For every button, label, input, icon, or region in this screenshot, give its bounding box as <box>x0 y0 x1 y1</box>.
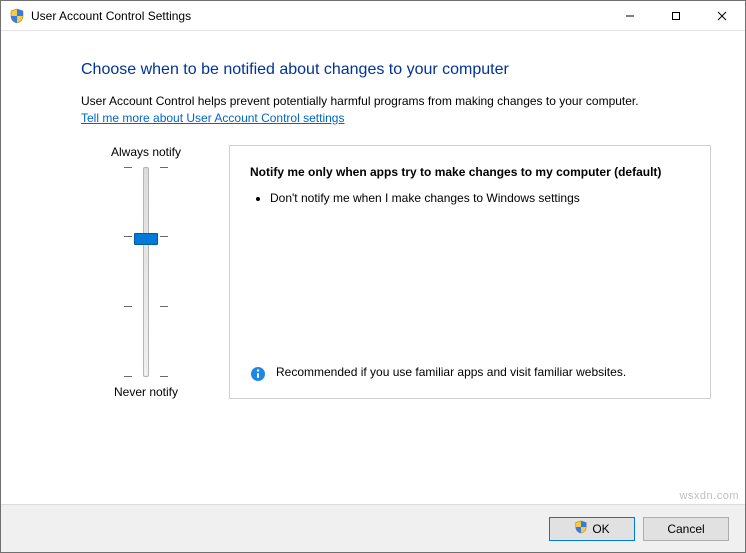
panel-title: Notify me only when apps try to make cha… <box>250 164 690 180</box>
slider-tick <box>116 306 176 307</box>
slider-label-top: Always notify <box>111 145 181 159</box>
minimize-button[interactable] <box>607 1 653 30</box>
recommendation-text: Recommended if you use familiar apps and… <box>276 364 626 380</box>
maximize-button[interactable] <box>653 1 699 30</box>
description-text: User Account Control helps prevent poten… <box>81 94 639 108</box>
titlebar: User Account Control Settings <box>1 1 745 31</box>
ok-button[interactable]: OK <box>549 517 635 541</box>
watermark-text: wsxdn.com <box>679 490 739 502</box>
cancel-button-label: Cancel <box>667 522 704 536</box>
recommendation-row: Recommended if you use familiar apps and… <box>250 364 690 382</box>
page-description: User Account Control helps prevent poten… <box>81 93 711 127</box>
info-icon <box>250 366 266 382</box>
page-heading: Choose when to be notified about changes… <box>81 61 711 79</box>
notification-slider: Always notify Never notify <box>81 145 211 399</box>
window-controls <box>607 1 745 30</box>
cancel-button[interactable]: Cancel <box>643 517 729 541</box>
shield-icon <box>9 8 25 24</box>
uac-settings-window: User Account Control Settings Choose whe… <box>0 0 746 553</box>
ok-button-label: OK <box>592 522 609 536</box>
panel-bullet: Don't notify me when I make changes to W… <box>270 190 690 206</box>
shield-icon <box>574 520 588 537</box>
learn-more-link[interactable]: Tell me more about User Account Control … <box>81 110 344 127</box>
content-area: Choose when to be notified about changes… <box>1 31 745 552</box>
slider-thumb[interactable] <box>134 233 158 245</box>
slider-label-bottom: Never notify <box>114 385 178 399</box>
window-title: User Account Control Settings <box>31 9 607 23</box>
panel-bullet-list: Don't notify me when I make changes to W… <box>270 190 690 206</box>
slider-track[interactable] <box>116 167 176 377</box>
notification-level-panel: Notify me only when apps try to make cha… <box>229 145 711 399</box>
body-area: Always notify Never notify Notify me onl… <box>81 145 711 399</box>
close-button[interactable] <box>699 1 745 30</box>
dialog-button-bar: OK Cancel <box>1 504 745 552</box>
slider-tick <box>116 376 176 377</box>
slider-tick <box>116 167 176 168</box>
